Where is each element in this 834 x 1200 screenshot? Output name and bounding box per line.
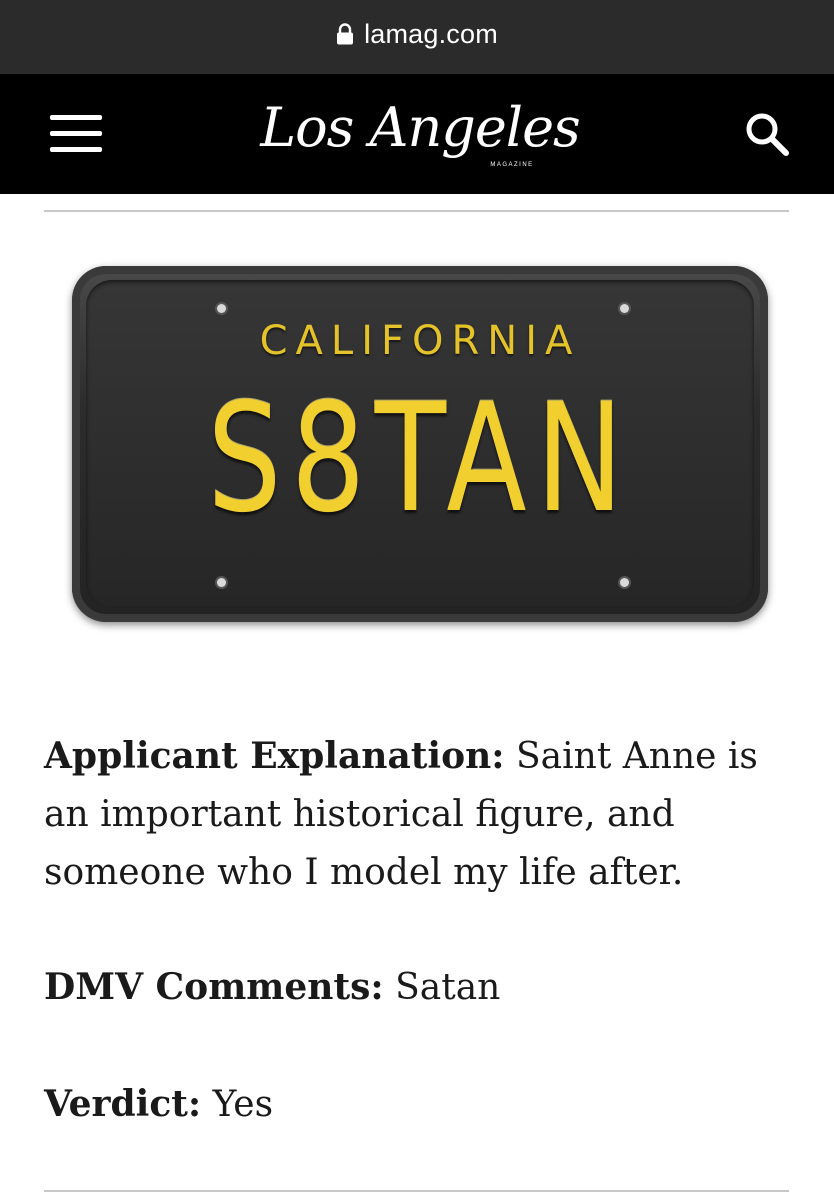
divider: [44, 210, 789, 212]
dmv-comments: DMV Comments: Satan: [44, 958, 789, 1017]
verdict-text: Yes: [201, 1084, 274, 1125]
license-plate: CALIFORNIA S8TAN: [72, 266, 768, 622]
site-header: Los Angeles MAGAZINE: [0, 74, 834, 194]
hamburger-menu-icon[interactable]: [44, 108, 106, 160]
search-button[interactable]: [740, 108, 796, 160]
explanation-label: Applicant Explanation:: [44, 735, 505, 777]
divider: [44, 1190, 789, 1192]
applicant-explanation: Applicant Explanation: Saint Anne is an …: [44, 727, 789, 902]
bolt-icon: [217, 304, 226, 313]
comments-text: Satan: [383, 967, 501, 1008]
logo-text: Los Angeles: [260, 96, 581, 159]
menu-bar: [50, 115, 102, 120]
url-text: lamag.com: [364, 18, 498, 49]
bolt-icon: [217, 578, 226, 587]
lock-icon: [337, 23, 354, 45]
comments-label: DMV Comments:: [44, 966, 384, 1008]
logo-subtext: MAGAZINE: [490, 162, 534, 168]
bolt-icon: [620, 578, 629, 587]
verdict-label: Verdict:: [44, 1083, 202, 1125]
plate-state: CALIFORNIA: [259, 318, 581, 364]
verdict: Verdict: Yes: [44, 1075, 789, 1134]
menu-bar: [50, 131, 102, 136]
url-display[interactable]: lamag.com: [336, 19, 498, 50]
search-icon: [746, 113, 789, 156]
license-plate-image: CALIFORNIA S8TAN: [44, 240, 789, 650]
menu-bar: [50, 147, 102, 152]
browser-url-bar[interactable]: lamag.com: [0, 0, 834, 74]
site-logo[interactable]: Los Angeles MAGAZINE: [250, 88, 590, 180]
plate-number: S8TAN: [207, 372, 633, 546]
bolt-icon: [620, 304, 629, 313]
